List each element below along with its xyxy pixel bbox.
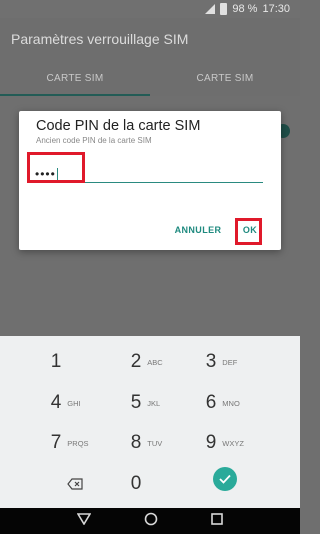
- key-digit: 0: [130, 473, 142, 494]
- backspace-icon: [67, 478, 83, 490]
- status-bar: 98 % 17:30: [0, 0, 300, 18]
- tab-label: CARTE SIM: [46, 72, 104, 84]
- dialog-subtitle: Ancien code PIN de la carte SIM: [36, 136, 152, 145]
- key-digit: 4: [50, 392, 62, 413]
- recents-nav-icon[interactable]: [211, 512, 224, 530]
- highlight-box-pin: [27, 152, 85, 183]
- checkmark-icon: [213, 467, 237, 491]
- key-digit: 2: [130, 351, 142, 372]
- back-nav-icon[interactable]: [76, 512, 92, 530]
- key-digit: 1: [50, 351, 62, 372]
- app-bar: Paramètres verrouillage SIM: [0, 18, 300, 60]
- highlight-box-ok: [235, 218, 262, 245]
- cancel-button[interactable]: ANNULER: [169, 223, 227, 237]
- tab-sim-2[interactable]: CARTE SIM: [150, 60, 300, 96]
- key-digit: 5: [130, 392, 142, 413]
- tab-bar: CARTE SIM CARTE SIM: [0, 60, 300, 96]
- key-letters: JKL: [147, 398, 161, 408]
- key-3[interactable]: 3 DEF: [175, 344, 275, 380]
- key-9[interactable]: 9 WXYZ: [175, 425, 275, 461]
- tab-sim-1[interactable]: CARTE SIM: [0, 60, 150, 96]
- key-digit: 8: [130, 432, 142, 453]
- battery-icon: [220, 3, 228, 15]
- key-letters: WXYZ: [222, 438, 244, 448]
- numeric-keypad: 1 2 ABC 3 DEF 4 GHI 5 JKL 6 MNO 7 PRQS 8 TUV 9W…: [0, 336, 300, 508]
- navigation-bar: [0, 508, 300, 534]
- key-letters: ABC: [147, 357, 163, 367]
- home-nav-icon[interactable]: [144, 512, 158, 531]
- done-key[interactable]: [175, 461, 275, 497]
- key-letters: GHI: [67, 398, 81, 408]
- signal-icon: [203, 4, 216, 14]
- clock: 17:30: [262, 3, 290, 15]
- key-digit: 6: [205, 392, 217, 413]
- page-title: Paramètres verrouillage SIM: [11, 31, 189, 47]
- battery-level: 98 %: [232, 3, 258, 15]
- key-letters: TUV: [147, 438, 163, 448]
- key-digit: 9: [205, 432, 217, 453]
- key-6[interactable]: 6 MNO: [175, 385, 275, 421]
- dialog-title: Code PIN de la carte SIM: [36, 118, 201, 134]
- key-digit: 7: [50, 432, 62, 453]
- key-digit: 3: [205, 351, 217, 372]
- tab-label: CARTE SIM: [196, 72, 254, 84]
- key-letters: MNO: [222, 398, 240, 408]
- key-letters: PRQS: [67, 438, 89, 448]
- key-letters: DEF: [222, 357, 238, 367]
